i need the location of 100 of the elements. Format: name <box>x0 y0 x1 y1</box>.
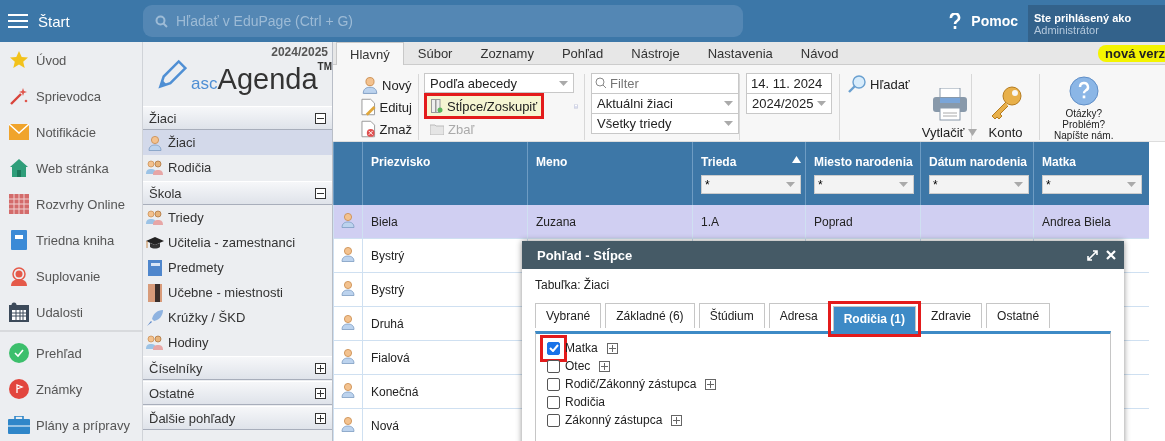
date-field[interactable]: 14. 11. 2024 <box>746 73 832 94</box>
action-button[interactable]: Edituj <box>379 99 412 115</box>
module-item[interactable]: Učitelia - zamestnanci <box>143 230 332 255</box>
dialog-tab[interactable]: Rodičia (1) <box>832 306 917 331</box>
ribbon-tab[interactable]: Nastavenia <box>693 42 787 64</box>
checkbox-label[interactable]: Rodič/Zákonný zástupca <box>565 377 697 391</box>
section-header[interactable]: Škola <box>149 185 182 201</box>
ribbon-tab[interactable]: Súbor <box>403 42 467 64</box>
help-icon[interactable] <box>1068 76 1099 106</box>
module-item[interactable]: Rodičia <box>143 155 332 180</box>
filter-field[interactable]: Filter <box>591 73 739 94</box>
filter-dropdown[interactable]: * <box>814 175 914 194</box>
column-header[interactable]: Matka * <box>1033 142 1149 205</box>
search-icon <box>595 77 607 89</box>
ribbon-tab[interactable]: Zoznamy <box>466 42 548 64</box>
dialog-tab[interactable]: Zdravie <box>920 303 983 328</box>
star-icon <box>9 50 29 70</box>
section-header[interactable]: Číselníky <box>149 360 203 376</box>
print-button[interactable]: Vytlačiť <box>921 125 965 140</box>
nav-item[interactable]: Známky <box>36 381 83 397</box>
section-header[interactable]: Ostatné <box>149 385 195 401</box>
checkbox[interactable] <box>547 341 560 355</box>
briefcase-icon <box>8 416 30 434</box>
class-dropdown[interactable]: Všetky triedy <box>591 113 739 134</box>
column-header[interactable]: Meno <box>527 142 693 205</box>
ribbon-tab[interactable]: Hlavný <box>336 42 404 65</box>
checkbox-label[interactable]: Rodičia <box>565 395 606 409</box>
checkbox[interactable] <box>547 395 560 409</box>
person-icon <box>340 348 356 364</box>
module-item[interactable]: Predmety <box>143 255 332 280</box>
columns-button[interactable]: Stĺpce/Zoskupiť <box>424 93 545 120</box>
module-item[interactable]: Hodiny <box>143 330 332 355</box>
school-year: 2024/2025 <box>271 45 328 59</box>
help-link[interactable]: Pomoc <box>971 13 1018 29</box>
user-menu[interactable]: Ste prihlásený ako Administrátor <box>1028 5 1165 42</box>
ribbon-tab[interactable]: Nástroje <box>617 42 694 64</box>
dialog-tab[interactable]: Ostatné <box>986 303 1051 328</box>
nav-item[interactable]: Udalosti <box>36 304 83 320</box>
action-button[interactable]: Nový <box>382 77 412 93</box>
checkbox-label[interactable]: Zákonný zástupca <box>565 413 663 427</box>
checkbox[interactable] <box>547 377 560 391</box>
nav-item[interactable]: Sprievodca <box>36 88 102 104</box>
column-header[interactable]: Dátum narodenia * <box>920 142 1034 205</box>
close-icon[interactable] <box>1106 250 1116 260</box>
account-button[interactable]: Konto <box>988 125 1023 140</box>
module-item[interactable]: Učebne - miestnosti <box>143 280 332 305</box>
module-item[interactable]: Krúžky / ŠKD <box>143 305 332 330</box>
expand-icon[interactable] <box>315 387 326 399</box>
menu-icon[interactable] <box>8 13 28 29</box>
expand-icon[interactable] <box>599 360 611 372</box>
magnifier-icon <box>848 75 866 93</box>
expand-icon[interactable] <box>315 412 326 424</box>
filter-dropdown[interactable]: * <box>929 175 1029 194</box>
checkbox[interactable] <box>547 413 560 427</box>
nav-item[interactable]: Triedna kniha <box>36 232 115 248</box>
calendar-icon <box>9 302 29 322</box>
dialog-tab[interactable]: Štúdium <box>698 303 765 328</box>
expand-icon[interactable] <box>315 362 326 374</box>
edit-icon <box>361 98 377 116</box>
nav-item[interactable]: Notifikácie <box>36 124 96 140</box>
nav-item[interactable]: Rozvrhy Online <box>36 196 125 212</box>
year-dropdown[interactable]: 2024/2025 <box>746 93 832 114</box>
filter-dropdown[interactable]: * <box>1042 175 1142 194</box>
module-item[interactable]: Žiaci <box>143 130 332 155</box>
expand-icon[interactable] <box>671 414 683 426</box>
nav-item[interactable]: Suplovanie <box>36 268 101 284</box>
nav-item[interactable]: Prehľad <box>36 345 82 361</box>
nav-item[interactable]: Web stránka <box>36 160 109 176</box>
menu-label[interactable]: Štart <box>38 12 70 30</box>
column-header[interactable]: Priezvisko <box>362 142 528 205</box>
house-icon <box>9 158 29 178</box>
dialog-tab[interactable]: Vybrané <box>535 303 602 328</box>
search-button[interactable]: Hľadať <box>870 76 910 92</box>
module-item[interactable]: Triedy <box>143 205 332 230</box>
new-version-badge[interactable]: nová verz <box>1098 45 1165 62</box>
person-icon <box>9 266 29 286</box>
table-cell: Fialová <box>371 350 410 365</box>
nav-item[interactable]: Plány a prípravy <box>36 417 130 433</box>
collapse-icon[interactable] <box>315 187 326 199</box>
help-icon[interactable] <box>949 12 962 30</box>
filter-dropdown[interactable]: * <box>701 175 801 194</box>
collapse-icon[interactable] <box>315 112 326 124</box>
expand-icon[interactable] <box>705 378 717 390</box>
section-header[interactable]: Žiaci <box>149 110 177 126</box>
dialog-tab[interactable]: Základné (6) <box>605 303 695 328</box>
search-icon <box>155 15 168 28</box>
dialog-tab[interactable]: Adresa <box>768 303 829 328</box>
checkbox-label[interactable]: Otec <box>565 359 591 373</box>
ribbon-tab[interactable]: Pohľad <box>547 42 618 64</box>
table-cell: Biela <box>371 214 398 229</box>
sort-dropdown[interactable]: Podľa abecedy <box>424 73 574 94</box>
expand-icon[interactable] <box>606 342 618 354</box>
action-button[interactable]: Zmaž <box>379 121 412 137</box>
ribbon-tab[interactable]: Návod <box>786 42 853 64</box>
caret-icon <box>786 182 795 187</box>
search-field[interactable]: Hľadať v EduPage (Ctrl + G) <box>143 5 743 37</box>
column-header[interactable]: Trieda * <box>692 142 806 205</box>
nav-item[interactable]: Úvod <box>36 52 67 68</box>
column-header[interactable]: Miesto narodenia * <box>805 142 921 205</box>
feedback-link[interactable]: Otázky? Problém? Napíšte nám. <box>1054 108 1114 141</box>
